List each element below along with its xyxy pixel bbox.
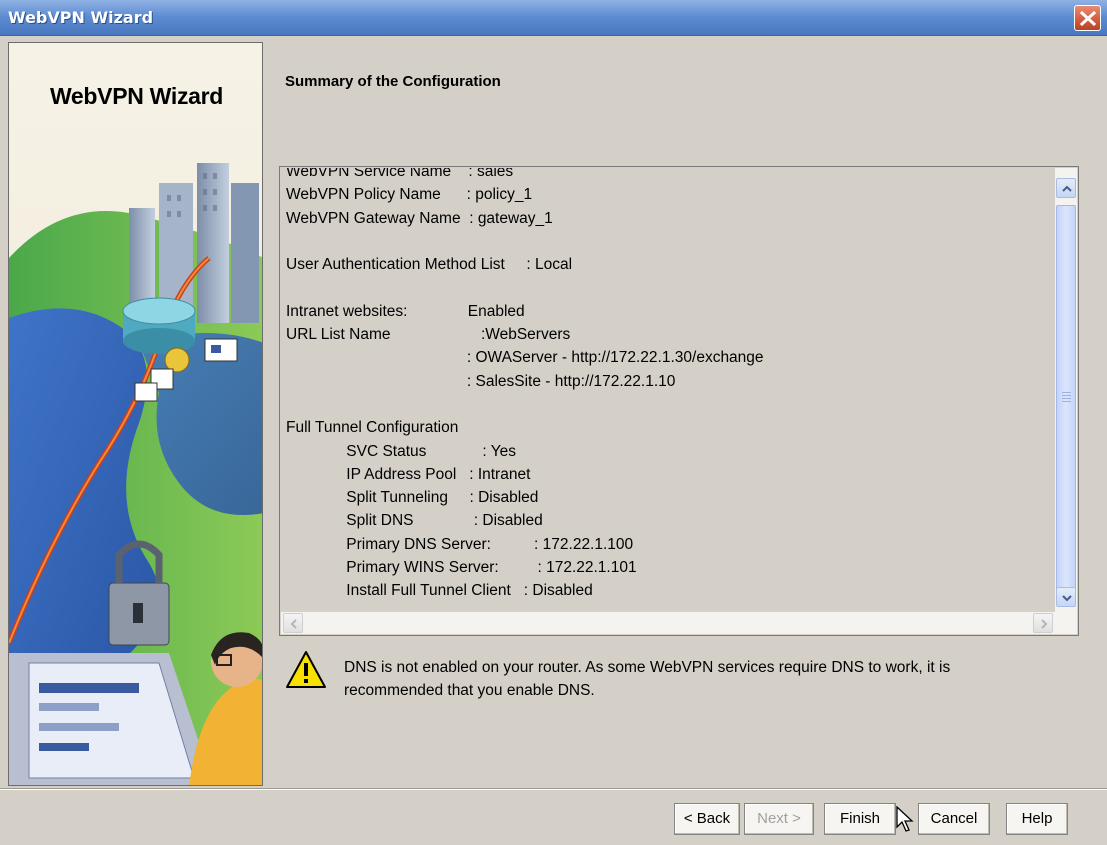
page-title: Summary of the Configuration	[285, 73, 501, 90]
mouse-pointer-icon	[896, 806, 914, 832]
configuration-summary: WebVPN Service Name : sales WebVPN Polic…	[286, 168, 764, 600]
scroll-up-button[interactable]	[1056, 178, 1076, 198]
warning-icon	[286, 651, 326, 688]
wizard-illustration	[9, 43, 262, 785]
next-button[interactable]: Next >	[744, 803, 814, 835]
scroll-right-button[interactable]	[1033, 613, 1053, 633]
chevron-right-icon	[1041, 619, 1048, 629]
summary-text-area[interactable]: WebVPN Service Name : sales WebVPN Polic…	[279, 166, 1079, 636]
title-bar[interactable]: WebVPN Wizard	[0, 0, 1107, 36]
horizontal-scrollbar[interactable]	[281, 612, 1077, 634]
warning-line-2: recommended that you enable DNS.	[344, 682, 595, 699]
wizard-side-panel: WebVPN Wizard	[8, 42, 263, 786]
back-button[interactable]: < Back	[674, 803, 740, 835]
scroll-thumb[interactable]	[1056, 205, 1076, 595]
summary-viewport: WebVPN Service Name : sales WebVPN Polic…	[281, 168, 1055, 613]
dns-warning-message: DNS is not enabled on your router. As so…	[344, 656, 1104, 702]
footer-divider	[0, 788, 1107, 790]
vertical-scrollbar[interactable]	[1055, 168, 1077, 613]
scroll-down-button[interactable]	[1056, 587, 1076, 607]
cancel-button[interactable]: Cancel	[918, 803, 990, 835]
close-button[interactable]	[1074, 5, 1101, 31]
chevron-left-icon	[290, 619, 297, 629]
warning-line-1: DNS is not enabled on your router. As so…	[344, 659, 951, 676]
thumb-grip	[1062, 392, 1071, 404]
finish-button[interactable]: Finish	[824, 803, 896, 835]
window-title: WebVPN Wizard	[8, 8, 154, 27]
close-icon	[1079, 10, 1097, 27]
chevron-up-icon	[1062, 185, 1072, 192]
side-panel-title: WebVPN Wizard	[49, 83, 224, 109]
chevron-down-icon	[1062, 595, 1072, 602]
wizard-window: WebVPN Wizard WebVPN Wizard Summary of t…	[0, 0, 1107, 845]
scroll-left-button[interactable]	[283, 613, 303, 633]
help-button[interactable]: Help	[1006, 803, 1068, 835]
